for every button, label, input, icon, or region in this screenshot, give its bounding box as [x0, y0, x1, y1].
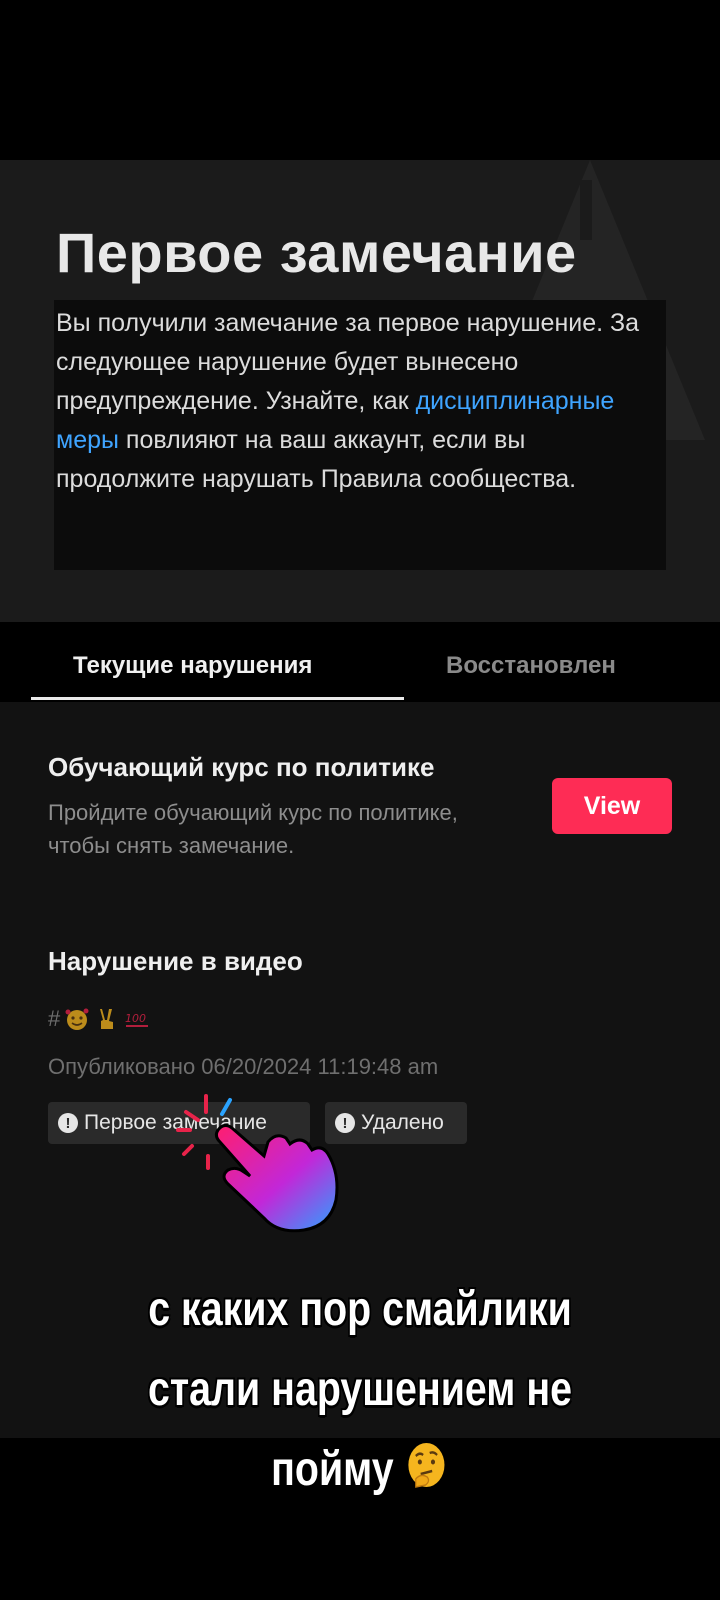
video-caption[interactable]: # 100 — [48, 1006, 150, 1032]
pointing-hand-icon — [176, 1094, 339, 1233]
info-icon: ! — [58, 1113, 78, 1133]
description-box: Вы получили замечание за первое нарушени… — [54, 300, 666, 570]
published-timestamp: Опубликовано 06/20/2024 11:19:48 am — [48, 1054, 439, 1079]
overlay-caption: с каких пор смайлики стали нарушением не… — [147, 1283, 573, 1496]
course-title: Обучающий курс по политике — [48, 752, 435, 782]
course-description: Пройдите обучающий курс по политике, что… — [48, 800, 458, 858]
hundred-points-icon: 100 — [125, 1012, 149, 1027]
video-violation-title: Нарушение в видео — [48, 946, 303, 976]
strike-header: Первое замечание Вы получили замечание з… — [0, 160, 720, 622]
hashtag-symbol: # — [48, 1006, 61, 1031]
smiling-face-with-hearts-icon — [65, 1008, 89, 1030]
view-course-button[interactable]: View — [552, 778, 672, 834]
description-text: Вы получили замечание за первое нарушени… — [56, 309, 640, 493]
active-tab-indicator — [31, 697, 404, 700]
tab-bar: Текущие нарушения Восстановлен — [0, 622, 720, 702]
thinking-face-icon — [408, 1443, 445, 1488]
svg-text:100: 100 — [125, 1012, 146, 1025]
status-area — [0, 0, 720, 160]
tab-restored[interactable]: Восстановлен — [446, 652, 616, 680]
tab-current-violations[interactable]: Текущие нарушения — [73, 652, 312, 680]
page-title: Первое замечание — [56, 221, 577, 284]
victory-hand-icon — [100, 1009, 114, 1029]
